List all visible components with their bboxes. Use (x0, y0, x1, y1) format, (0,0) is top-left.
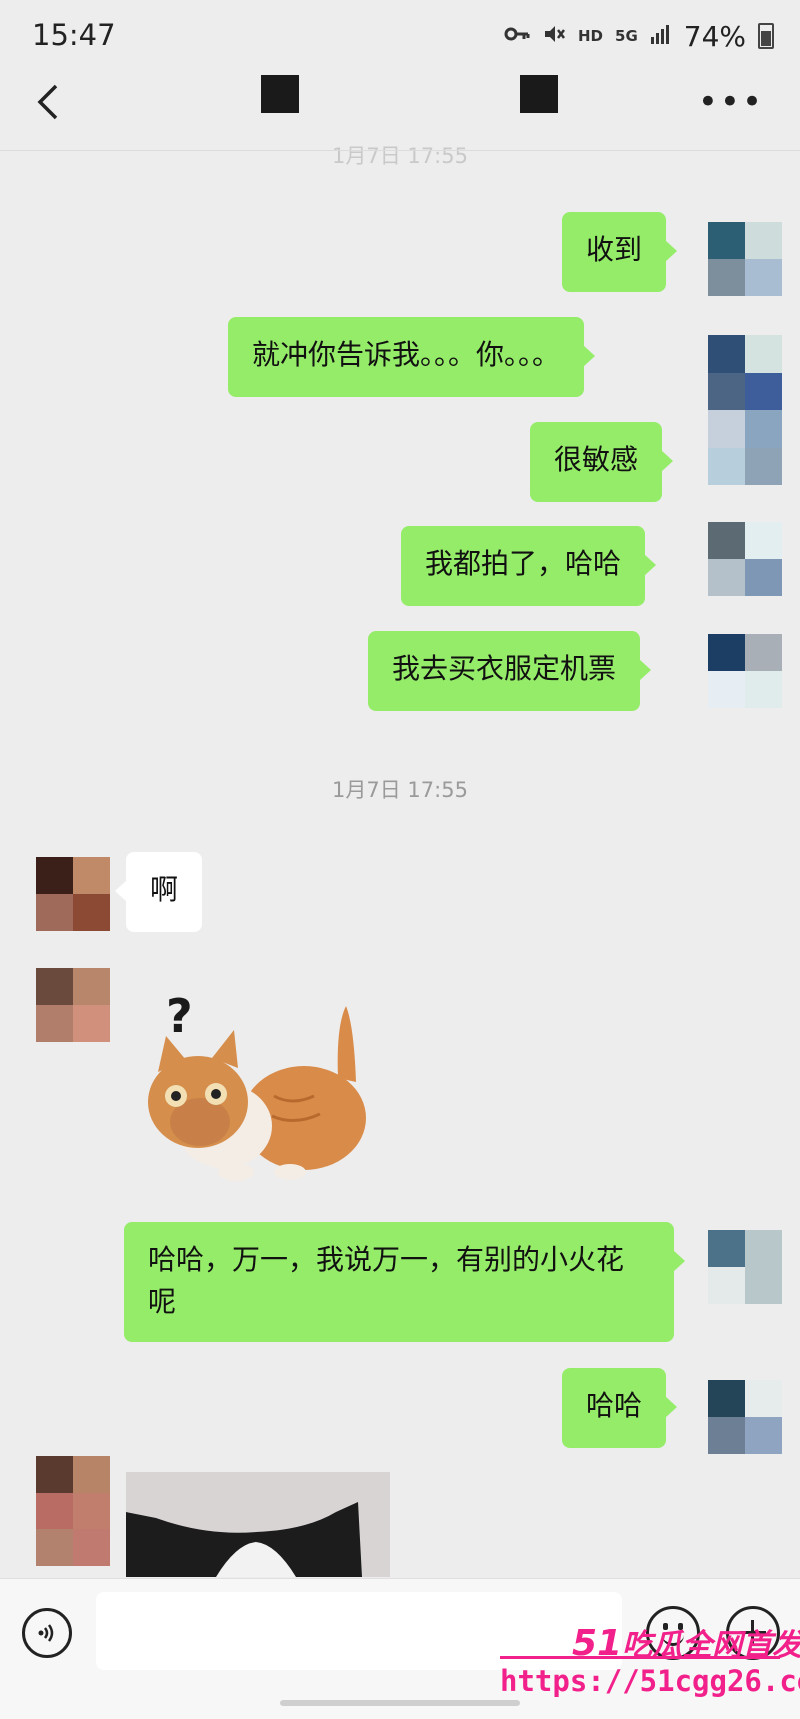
status-time: 15:47 (32, 18, 116, 52)
timestamp: 1月7日 17:55 (332, 778, 468, 802)
battery-icon (758, 23, 774, 49)
message-bubble[interactable]: 哈哈 (562, 1368, 678, 1448)
watermark-line (500, 1656, 780, 1659)
vpn-key-icon (504, 25, 530, 47)
more-icon[interactable]: ••• (698, 85, 764, 119)
message-bubble[interactable]: 我都拍了，哈哈 (401, 526, 657, 606)
self-avatar[interactable] (708, 1380, 782, 1454)
cat-sticker[interactable]: ? (124, 986, 374, 1196)
self-avatar[interactable] (708, 222, 782, 296)
message-bubble[interactable]: 就冲你告诉我。。。你。。。 (228, 317, 596, 397)
hd-label: HD (578, 27, 604, 45)
faded-timestamp: 1月7日 17:55 (332, 144, 468, 168)
message-bubble[interactable]: 收到 (562, 212, 678, 292)
redacted-title-block (520, 75, 558, 113)
signal-icon (650, 23, 672, 49)
contact-avatar[interactable] (36, 1456, 110, 1566)
message-bubble[interactable]: 很敏感 (530, 422, 674, 502)
message-bubble[interactable]: 哈哈，万一，我说万一，有别的小火花呢 (124, 1222, 685, 1342)
network-label: 5G (615, 27, 638, 45)
home-indicator (280, 1700, 520, 1706)
watermark-url: https://51cgg26.com (500, 1664, 800, 1698)
self-avatar[interactable] (708, 1230, 782, 1304)
battery-percent: 74% (683, 19, 746, 53)
voice-icon[interactable] (22, 1608, 72, 1658)
header-divider (0, 150, 800, 151)
message-bubble[interactable]: 我去买衣服定机票 (368, 631, 652, 711)
status-indicators: HD 5G 74% (504, 18, 774, 54)
self-avatar[interactable] (708, 335, 782, 485)
message-bubble[interactable]: 啊 (114, 852, 203, 932)
question-mark: ? (166, 989, 193, 1043)
contact-avatar[interactable] (36, 857, 110, 931)
redacted-title-block (261, 75, 299, 113)
self-avatar[interactable] (708, 522, 782, 596)
cat-photo[interactable] (126, 1472, 390, 1577)
back-icon[interactable] (28, 80, 68, 124)
self-avatar[interactable] (708, 634, 782, 708)
contact-avatar[interactable] (36, 968, 110, 1042)
mute-icon (542, 22, 566, 50)
